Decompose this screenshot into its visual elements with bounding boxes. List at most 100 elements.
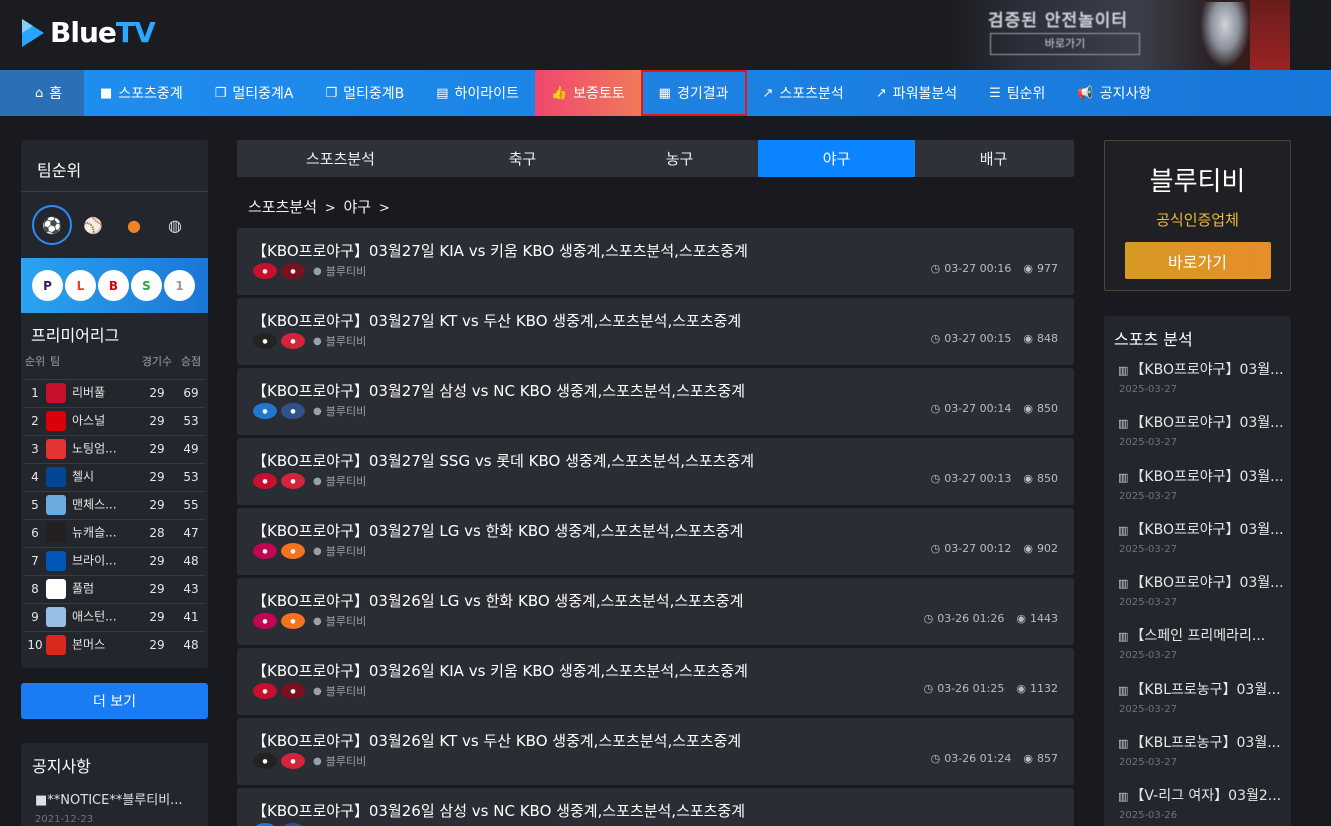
nav-sports-analysis[interactable]: ↗ 스포츠분석 (747, 70, 860, 116)
nav-home[interactable]: ⌂ 홈 (0, 70, 84, 116)
nav-highlight[interactable]: ▤ 하이라이트 (420, 70, 535, 116)
team-name: 풀럼 (72, 581, 95, 596)
multi-window-icon: ❐ (325, 85, 338, 101)
basketball-icon[interactable]: ● (114, 205, 154, 245)
nav-multi-b[interactable]: ❐ 멀티중계B (309, 70, 420, 116)
post-date: 03-27 00:13 (944, 472, 1012, 485)
eye-icon: ◉ (1016, 612, 1026, 625)
analysis-item-title[interactable]: ▥ 【KBO프로야구】03월... (1118, 572, 1291, 592)
post-item[interactable]: 【KBO프로야구】03월27일 SSG vs 롯데 KBO 생중계,스포츠분석,… (237, 438, 1074, 505)
list-item[interactable]: ▥ 【스페인 프리메라리... 2025-03-27 (1104, 622, 1291, 675)
table-row[interactable]: 6 뉴캐슬... 28 47 (24, 518, 205, 547)
analysis-item-title[interactable]: ▥ 【KBO프로야구】03월... (1118, 412, 1291, 432)
promo-box: 블루티비 공식인증업체 바로가기 (1104, 140, 1291, 291)
banner-button[interactable]: 바로가기 (990, 33, 1140, 55)
list-item[interactable]: ▥ 【KBL프로농구】03월... 2025-03-27 (1104, 676, 1291, 729)
bar-chart-icon: ▥ (1118, 470, 1129, 484)
site-logo[interactable]: BlueTV (20, 16, 156, 49)
post-item[interactable]: 【KBO프로야구】03월26일 KT vs 두산 KBO 생중계,스포츠분석,스… (237, 718, 1074, 785)
post-stats: ◷ 03-26 01:24 ◉ 857 (931, 752, 1058, 765)
top-ad-banner[interactable]: 검증된 안전놀이터 바로가기 (950, 0, 1290, 70)
notice-item[interactable]: ■**NOTICE**블루티비... (21, 783, 208, 808)
list-item[interactable]: ▥ 【V-리그 여자】03월2... 2025-03-26 (1104, 782, 1291, 826)
breadcrumb-current[interactable]: 야구 (343, 198, 371, 216)
team-name: 아스널 (72, 413, 106, 428)
tab-volleyball[interactable]: 배구 (915, 140, 1072, 177)
breadcrumb-root[interactable]: 스포츠분석 (248, 198, 317, 216)
laliga-icon[interactable]: L (65, 270, 96, 301)
analysis-item-title[interactable]: ▥ 【KBL프로농구】03월... (1118, 679, 1291, 699)
list-item[interactable]: ▥ 【KBO프로야구】03월... 2025-03-27 (1104, 516, 1291, 569)
tab-sports-analysis[interactable]: 스포츠분석 (237, 140, 444, 177)
post-title[interactable]: 【KBO프로야구】03월27일 KT vs 두산 KBO 생중계,스포츠분석,스… (252, 310, 741, 331)
nav-powerball[interactable]: ↗ 파워볼분석 (860, 70, 973, 116)
nav-team-rank[interactable]: ☰ 팀순위 (973, 70, 1061, 116)
list-item[interactable]: ▥ 【KBO프로야구】03월... 2025-03-27 (1104, 356, 1291, 409)
rank-cell: 3 (24, 434, 46, 463)
post-item[interactable]: 【KBO프로야구】03월26일 삼성 vs NC KBO 생중계,스포츠분석,스… (237, 788, 1074, 826)
post-title[interactable]: 【KBO프로야구】03월27일 SSG vs 롯데 KBO 생중계,스포츠분석,… (252, 450, 754, 471)
post-item[interactable]: 【KBO프로야구】03월26일 KIA vs 키움 KBO 생중계,스포츠분석,… (237, 648, 1074, 715)
volleyball-icon[interactable]: ◍ (155, 205, 195, 245)
home-team-logo-icon: ● (253, 613, 277, 629)
list-item[interactable]: ▥ 【KBL프로농구】03월... 2025-03-27 (1104, 729, 1291, 782)
analysis-item-title[interactable]: ▥ 【KBO프로야구】03월... (1118, 359, 1291, 379)
bundesliga-icon[interactable]: B (98, 270, 129, 301)
table-row[interactable]: 5 맨체스... 29 55 (24, 490, 205, 519)
analysis-item-title[interactable]: ▥ 【KBO프로야구】03월... (1118, 466, 1291, 486)
breadcrumb-separator: > (378, 201, 390, 216)
tab-soccer[interactable]: 축구 (444, 140, 601, 177)
post-item[interactable]: 【KBO프로야구】03월27일 삼성 vs NC KBO 생중계,스포츠분석,스… (237, 368, 1074, 435)
list-item[interactable]: ▥ 【KBO프로야구】03월... 2025-03-27 (1104, 569, 1291, 622)
promo-button[interactable]: 바로가기 (1124, 242, 1271, 279)
analysis-item-title[interactable]: ▥ 【KBO프로야구】03월... (1118, 519, 1291, 539)
tab-basketball[interactable]: 농구 (601, 140, 758, 177)
table-row[interactable]: 8 풀럼 29 43 (24, 574, 205, 603)
post-meta: ●●●블루티비 (253, 683, 366, 699)
analysis-item-title[interactable]: ▥ 【KBL프로농구】03월... (1118, 732, 1291, 752)
more-standings-button[interactable]: 더 보기 (21, 683, 208, 719)
post-views: 850 (1037, 402, 1058, 415)
post-title[interactable]: 【KBO프로야구】03월27일 삼성 vs NC KBO 생중계,스포츠분석,스… (252, 380, 745, 401)
table-row[interactable]: 3 노팅엄... 29 49 (24, 434, 205, 463)
post-meta: ●●●블루티비 (253, 543, 366, 559)
soccer-ball-icon[interactable]: ⚽ (32, 205, 72, 245)
post-item[interactable]: 【KBO프로야구】03월27일 KT vs 두산 KBO 생중계,스포츠분석,스… (237, 298, 1074, 365)
tab-baseball[interactable]: 야구 (758, 140, 915, 177)
analysis-item-title[interactable]: ▥ 【V-리그 여자】03월2... (1118, 785, 1291, 805)
ligue1-icon[interactable]: 1 (164, 270, 195, 301)
table-row[interactable]: 10 본머스 29 48 (24, 630, 205, 659)
premier-league-icon[interactable]: P (32, 270, 63, 301)
post-item[interactable]: 【KBO프로야구】03월27일 KIA vs 키움 KBO 생중계,스포츠분석,… (237, 228, 1074, 295)
baseball-icon[interactable]: ⚾ (73, 205, 113, 245)
table-row[interactable]: 9 애스턴... 29 41 (24, 602, 205, 631)
col-rank: 순위 (24, 354, 46, 368)
post-title[interactable]: 【KBO프로야구】03월26일 삼성 vs NC KBO 생중계,스포츠분석,스… (252, 800, 745, 821)
post-title[interactable]: 【KBO프로야구】03월27일 KIA vs 키움 KBO 생중계,스포츠분석,… (252, 240, 748, 261)
nav-notice[interactable]: 📢 공지사항 (1061, 70, 1167, 116)
table-row[interactable]: 7 브라이... 29 48 (24, 546, 205, 575)
analysis-item-title[interactable]: ▥ 【스페인 프리메라리... (1118, 625, 1291, 645)
post-item[interactable]: 【KBO프로야구】03월27일 LG vs 한화 KBO 생중계,스포츠분석,스… (237, 508, 1074, 575)
serie-a-icon[interactable]: S (131, 270, 162, 301)
post-title[interactable]: 【KBO프로야구】03월26일 KIA vs 키움 KBO 생중계,스포츠분석,… (252, 660, 748, 681)
table-row[interactable]: 1 리버풀 29 69 (24, 378, 205, 407)
site-header: BlueTV 검증된 안전놀이터 바로가기 (0, 0, 1331, 70)
table-row[interactable]: 4 첼시 29 53 (24, 462, 205, 491)
list-item[interactable]: ▥ 【KBO프로야구】03월... 2025-03-27 (1104, 409, 1291, 462)
nav-toto[interactable]: 👍 보증토토 (534, 70, 641, 116)
nav-results[interactable]: ▦ 경기결과 (640, 70, 747, 116)
team-name: 맨체스... (72, 497, 117, 512)
league-selector: P L B S 1 (21, 258, 208, 313)
post-title[interactable]: 【KBO프로야구】03월26일 LG vs 한화 KBO 생중계,스포츠분석,스… (252, 590, 743, 611)
post-title[interactable]: 【KBO프로야구】03월26일 KT vs 두산 KBO 생중계,스포츠분석,스… (252, 730, 741, 751)
list-item[interactable]: ▥ 【KBO프로야구】03월... 2025-03-27 (1104, 463, 1291, 516)
home-team-logo-icon: ● (253, 753, 277, 769)
user-icon: ● (313, 405, 322, 417)
nav-sports-live[interactable]: ■ 스포츠중계 (84, 70, 199, 116)
table-row[interactable]: 2 아스널 29 53 (24, 406, 205, 435)
post-title[interactable]: 【KBO프로야구】03월27일 LG vs 한화 KBO 생중계,스포츠분석,스… (252, 520, 743, 541)
bar-chart-icon: ▥ (1118, 364, 1129, 377)
nav-multi-a[interactable]: ❐ 멀티중계A (199, 70, 310, 116)
post-item[interactable]: 【KBO프로야구】03월26일 LG vs 한화 KBO 생중계,스포츠분석,스… (237, 578, 1074, 645)
